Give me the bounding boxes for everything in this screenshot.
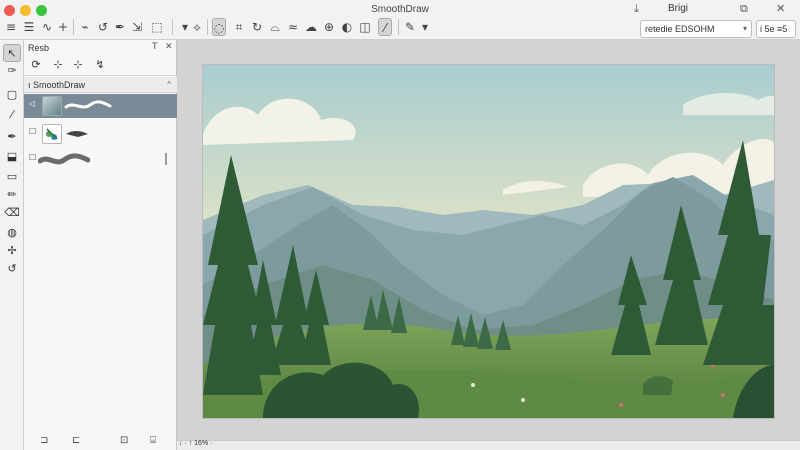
brush-row-3[interactable]: ☐ (24, 148, 177, 172)
brushes-panel: Resb T ✕ ⟳ ⊹ ⊹ ↯ ı SmoothDraw ^ ◁ ☐ ☐ ⊐ … (24, 40, 177, 450)
import-icon[interactable]: ⊹ (50, 57, 66, 73)
sync-icon[interactable]: ⟳ (28, 57, 44, 73)
window-share-icon[interactable]: ⧉ (740, 2, 748, 16)
ink-pen-icon[interactable]: ✒ (3, 128, 21, 146)
brush-stroke-preview-3 (38, 153, 90, 165)
brush-thumbnail-1 (42, 96, 62, 116)
view-options-value: i 5e ≡5 (760, 24, 788, 34)
menu-icon[interactable]: ≡ (4, 18, 18, 36)
transform-icon[interactable]: ⇲ (130, 18, 144, 36)
brush-icon[interactable]: ⁄ (3, 106, 21, 124)
panel-title: Resb (28, 43, 50, 53)
brush-dropdown-icon[interactable]: ▾ (418, 18, 432, 36)
pan-icon[interactable]: ⟡ (190, 18, 204, 36)
chevron-up-icon: ^ (167, 80, 171, 89)
add-icon[interactable]: + (56, 18, 70, 36)
duplicate-icon[interactable]: ⊏ (72, 435, 80, 446)
brush-row-1[interactable]: ◁ (24, 94, 177, 118)
panel-footer: ⊐ ⊏ ⊡ ⌸ (24, 432, 177, 450)
smudge-tool-icon[interactable]: ◍ (3, 224, 21, 242)
title-toolbar: SmoothDraw ⤓ Brigi ⧉ ✕ ≡ ☰ ∿ + ⌁ ↺ ✒ ⇲ ⬚… (0, 0, 800, 40)
view-options-select[interactable]: i 5e ≡5 (756, 20, 796, 38)
pen-dropdown-icon[interactable]: ✎ (403, 18, 417, 36)
new-brush-icon[interactable]: ⊹ (70, 57, 86, 73)
crop-icon[interactable]: ⌗ (232, 18, 246, 36)
row-drag-handle[interactable] (165, 153, 167, 165)
transform-tool-icon[interactable]: ✢ (3, 242, 21, 260)
row-visibility-icon[interactable]: ☐ (29, 127, 36, 136)
selection-icon[interactable]: ⬚ (150, 18, 164, 36)
curve-icon[interactable]: ↺ (96, 18, 110, 36)
move-icon[interactable]: ↖ (3, 44, 21, 62)
panel-close-icon[interactable]: ✕ (165, 42, 173, 52)
workspace (177, 40, 800, 440)
pen-icon[interactable]: ✑ (3, 62, 21, 80)
tool-column: ↖ ✑ ▢ ⁄ ✒ ⬓ ▭ ✏ ⌫ ◍ ✢ ↺ (0, 40, 24, 450)
brush-stroke-icon[interactable]: ∿ (40, 18, 54, 36)
lasso-select-icon[interactable]: ◌ (212, 18, 226, 36)
drawing-canvas[interactable] (203, 65, 774, 418)
smudge-icon[interactable]: ☁ (304, 18, 318, 36)
panel-pin-icon[interactable]: T (152, 42, 158, 52)
window-close-icon[interactable]: ✕ (776, 2, 785, 15)
import-brush-icon[interactable]: ⊡ (120, 435, 128, 446)
rotate-icon[interactable]: ↻ (250, 18, 264, 36)
hand-icon[interactable]: ↺ (3, 260, 21, 278)
row-visibility-icon[interactable]: ☐ (29, 153, 36, 162)
brush-row-2[interactable]: ☐ (24, 122, 177, 146)
pen-nib-icon[interactable]: ✒ (113, 18, 127, 36)
brush-preset-select[interactable]: retedie EDSOHM ▾ (640, 20, 752, 38)
panel-toolbar: ⟳ ⊹ ⊹ ↯ (24, 54, 177, 76)
eraser-icon[interactable]: ◫ (358, 18, 372, 36)
new-folder-icon[interactable]: ⊐ (40, 435, 48, 446)
brush-tool-icon[interactable]: ⁄ (378, 18, 392, 36)
status-text: ↓ · ↑ 16% · (179, 440, 213, 447)
eyedropper-icon[interactable]: ◐ (340, 18, 354, 36)
brush-stroke-preview-2 (66, 131, 88, 137)
delete-brush-icon[interactable]: ⌸ (150, 435, 156, 446)
status-bar: ↓ · ↑ 16% · (177, 440, 800, 450)
brush-group-header[interactable]: ı SmoothDraw ^ (24, 77, 177, 93)
pencil-icon[interactable]: ✏ (3, 186, 21, 204)
brush-group-label: ı SmoothDraw (28, 80, 86, 90)
brush-settings-icon[interactable]: ↯ (92, 57, 108, 73)
brush-thumbnail-2 (42, 124, 62, 144)
zoom-icon[interactable]: ⊕ (322, 18, 336, 36)
brush-preset-value: retedie EDSOHM (645, 24, 715, 34)
row-visibility-icon[interactable]: ◁ (29, 99, 35, 108)
brush-stroke-preview-1 (64, 100, 112, 109)
chevron-down-icon: ▾ (742, 24, 747, 33)
wand-icon[interactable]: ⌁ (78, 18, 92, 36)
shape-icon[interactable]: ▭ (3, 168, 21, 186)
marker-icon[interactable]: ⬓ (3, 148, 21, 166)
wave-icon[interactable]: ≈ (286, 18, 300, 36)
list-icon[interactable]: ☰ (22, 18, 36, 36)
frame-icon[interactable]: ▢ (3, 86, 21, 104)
download-icon[interactable]: ⤓ (634, 2, 639, 16)
mountain-landscape-painting (203, 65, 774, 418)
eraser-tool-icon[interactable]: ⌫ (3, 204, 21, 222)
fill-icon[interactable]: ⌓ (268, 18, 282, 36)
brand-label: Brigi (668, 3, 689, 14)
